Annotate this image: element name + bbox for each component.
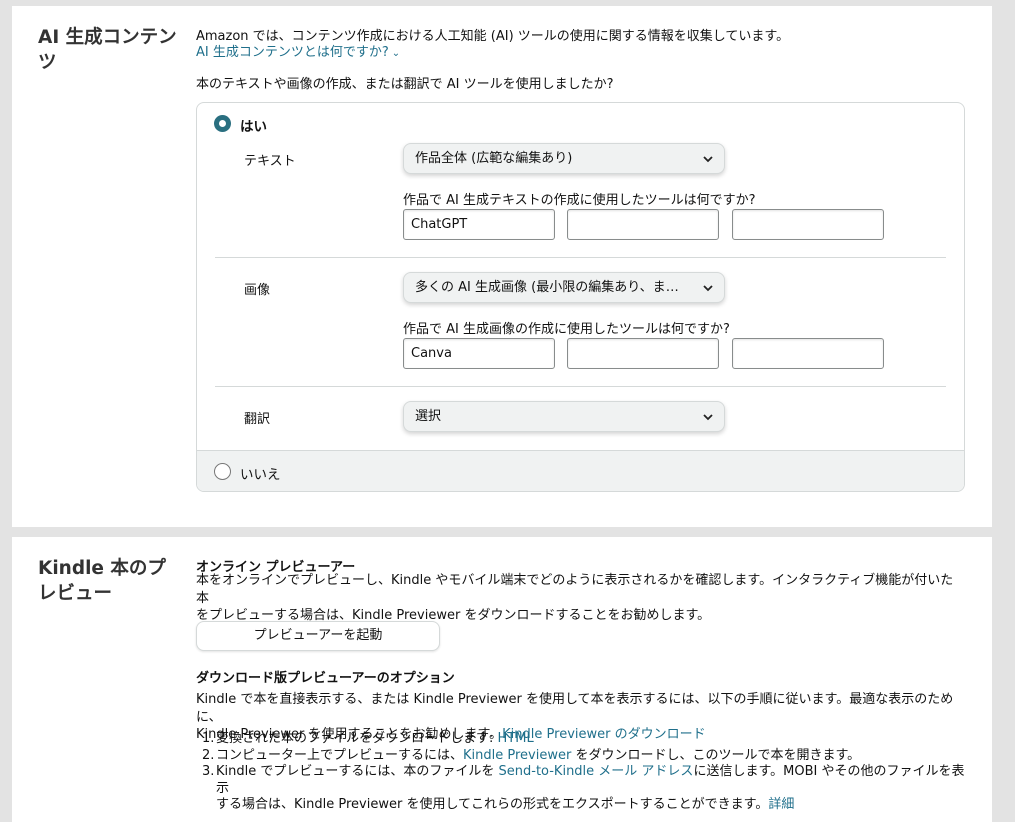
step-number: 2. <box>202 747 215 763</box>
download-desc-line-1: Kindle で本を直接表示する、または Kindle Previewer を使… <box>196 692 954 725</box>
image-tools-question: 作品で AI 生成画像の作成に使用したツールは何ですか? <box>403 322 730 337</box>
text-tool-input-2[interactable] <box>567 209 719 240</box>
ai-question: 本のテキストや画像の作成、または翻訳で AI ツールを使用しましたか? <box>196 77 614 92</box>
step-number: 1. <box>202 731 215 746</box>
text-tools-question: 作品で AI 生成テキストの作成に使用したツールは何ですか? <box>403 193 756 208</box>
learn-more-link[interactable]: 詳細 <box>768 797 794 812</box>
step-3-text-end: する場合は、Kindle Previewer を使用してこれらの形式をエクスポー… <box>216 797 769 812</box>
divider <box>215 386 946 387</box>
kindle-section-title: Kindle 本のプレビュー <box>38 558 166 604</box>
launch-previewer-button[interactable]: プレビューアーを起動 <box>196 621 440 651</box>
ai-usage-panel: はい テキスト 作品全体 (広範な編集あり) 作品で AI 生成テキストの作成に… <box>196 102 965 492</box>
online-previewer-description: 本をオンラインでプレビューし、Kindle やモバイル端末でどのように表示される… <box>196 572 966 625</box>
radio-no[interactable] <box>214 463 231 480</box>
preview-steps-list: 1. 変換された本のファイルをダウンロードします: HTML 2. コンピュータ… <box>196 731 976 814</box>
ai-help-link-label: AI 生成コンテンツとは何ですか? <box>196 45 389 60</box>
image-usage-select[interactable]: 多くの AI 生成画像 (最小限の編集あり、また… <box>403 272 725 303</box>
send-to-kindle-link[interactable]: Send-to-Kindle メール アドレス <box>499 764 694 779</box>
divider <box>215 257 946 258</box>
step-2-text-end: をダウンロードし、このツールで本を開きます。 <box>571 747 861 763</box>
radio-yes[interactable] <box>214 115 231 132</box>
no-option-row: いいえ <box>197 450 964 491</box>
download-options-heading: ダウンロード版プレビューアーのオプション <box>196 671 455 686</box>
image-tool-input-2[interactable] <box>567 338 719 369</box>
step-1: 1. 変換された本のファイルをダウンロードします: HTML <box>196 731 976 748</box>
translation-usage-select[interactable]: 選択 <box>403 401 725 432</box>
kindle-section-body: オンライン プレビューアー 本をオンラインでプレビューし、Kindle やモバイ… <box>196 537 964 822</box>
text-row-label: テキスト <box>244 154 296 169</box>
step-1-text: 変換された本のファイルをダウンロードします: <box>216 731 498 746</box>
text-tool-input-1[interactable]: ChatGPT <box>403 209 555 240</box>
translation-row-label: 翻訳 <box>244 412 271 427</box>
image-tool-input-3[interactable] <box>732 338 884 369</box>
chevron-down-icon <box>703 414 713 421</box>
image-row-label: 画像 <box>244 283 271 298</box>
text-usage-select[interactable]: 作品全体 (広範な編集あり) <box>403 143 725 174</box>
ai-section-body: Amazon では、コンテンツ作成における人工知能 (AI) ツールの使用に関す… <box>196 6 965 527</box>
step-3-text-start: Kindle でプレビューするには、本のファイルを <box>216 764 499 779</box>
radio-yes-label[interactable]: はい <box>240 115 267 135</box>
image-tool-input-1[interactable]: Canva <box>403 338 555 369</box>
step-2-text-start: コンピューター上でプレビューするには、 <box>216 747 464 763</box>
kindle-preview-section: Kindle 本のプレビュー オンライン プレビューアー 本をオンラインでプレビ… <box>12 537 992 822</box>
text-usage-select-value: 作品全体 (広範な編集あり) <box>415 151 573 166</box>
translation-usage-select-value: 選択 <box>415 409 442 424</box>
chevron-down-icon <box>703 156 713 163</box>
text-tool-input-3[interactable] <box>732 209 884 240</box>
step-3: 3. Kindle でプレビューするには、本のファイルを Send-to-Kin… <box>196 764 976 814</box>
chevron-down-icon: ⌄ <box>391 48 401 59</box>
step-number: 3. <box>202 764 215 779</box>
online-desc-line-1: 本をオンラインでプレビューし、Kindle やモバイル端末でどのように表示される… <box>196 573 954 606</box>
radio-no-label[interactable]: いいえ <box>240 463 281 483</box>
image-usage-select-value: 多くの AI 生成画像 (最小限の編集あり、また… <box>415 280 692 295</box>
ai-section-title: AI 生成コンテンツ <box>38 27 177 73</box>
step-2: 2. コンピューター上でプレビューするには、Kindle Previewer を… <box>196 748 976 765</box>
kindle-previewer-link[interactable]: Kindle Previewer <box>463 748 571 763</box>
ai-content-section: AI 生成コンテンツ Amazon では、コンテンツ作成における人工知能 (AI… <box>12 6 992 527</box>
html-download-link[interactable]: HTML <box>498 731 534 746</box>
chevron-down-icon <box>703 285 713 292</box>
ai-help-link[interactable]: AI 生成コンテンツとは何ですか? ⌄ <box>196 41 400 60</box>
